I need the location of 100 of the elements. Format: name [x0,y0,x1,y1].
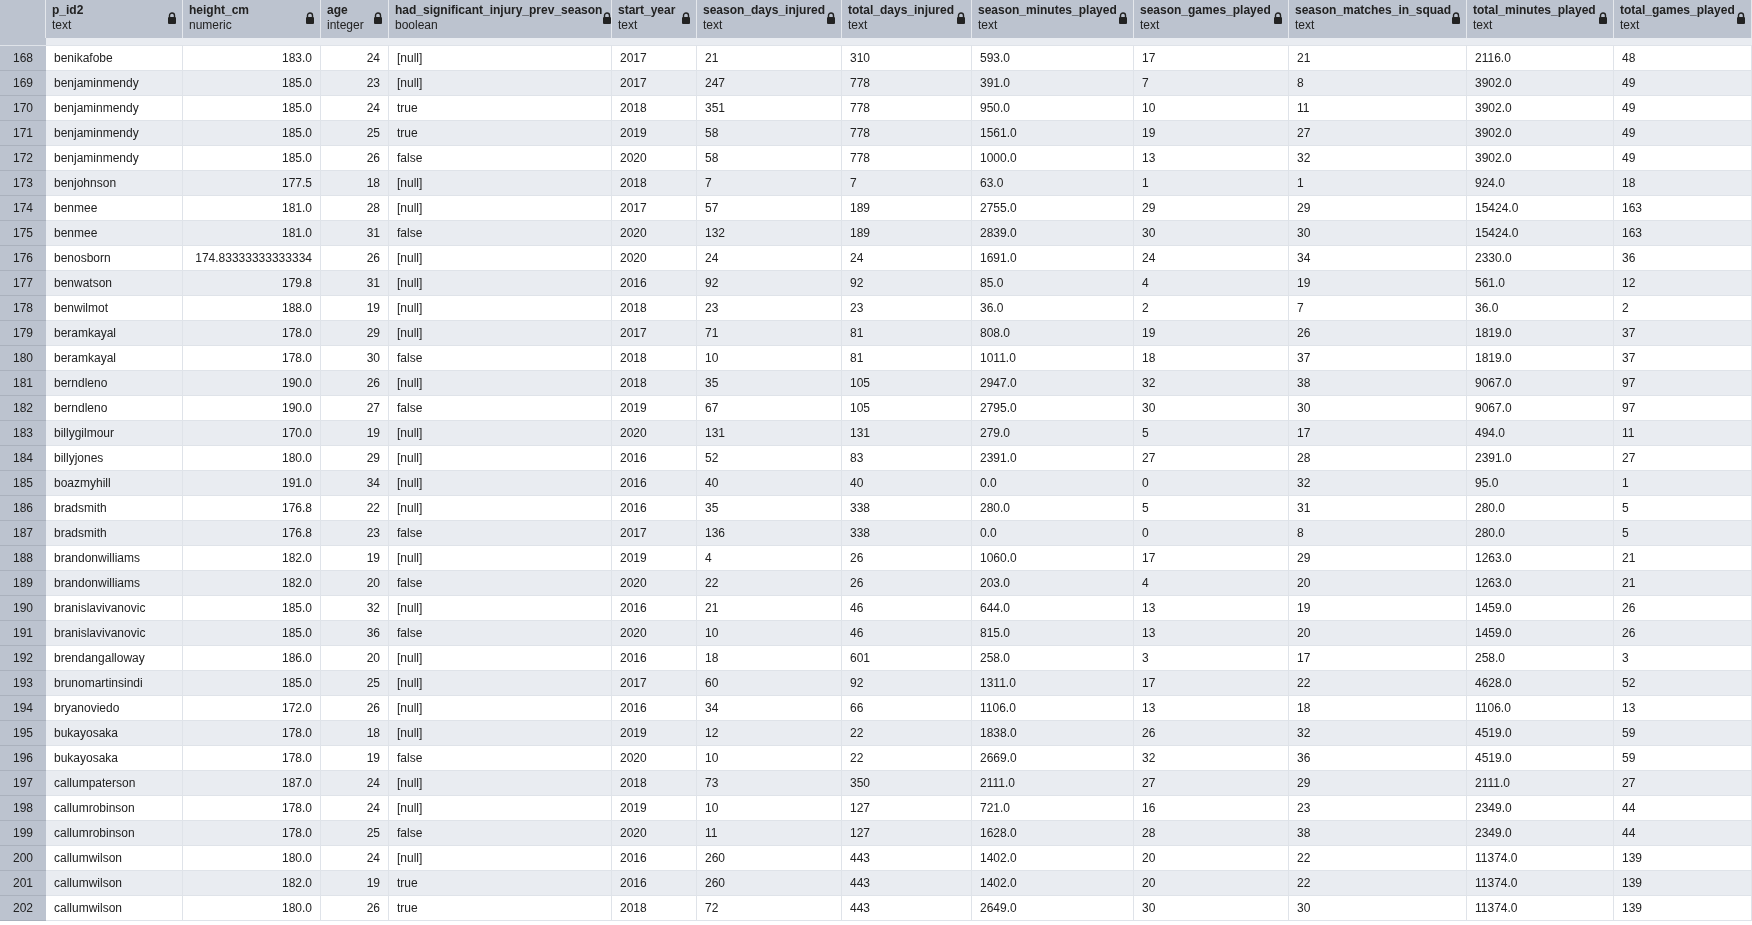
row-number[interactable]: 181 [0,371,46,396]
table-cell: 92 [697,271,842,296]
table-cell: 2016 [612,846,697,871]
row-number[interactable]: 199 [0,821,46,846]
row-number[interactable]: 196 [0,746,46,771]
table-cell: 105 [842,396,972,421]
row-number[interactable]: 176 [0,246,46,271]
table-cell: 17 [1134,546,1289,571]
row-number[interactable]: 171 [0,121,46,146]
column-header[interactable]: had_significant_injury_prev_season boolean [389,0,612,38]
column-header[interactable]: season_minutes_played text [972,0,1134,38]
table-cell: 2016 [612,646,697,671]
table-cell: 2016 [612,471,697,496]
row-number[interactable]: 202 [0,896,46,921]
row-number[interactable]: 173 [0,171,46,196]
row-number[interactable]: 169 [0,71,46,96]
table-cell: benwatson [46,271,183,296]
table-cell: 19 [1289,271,1467,296]
table-cell: 10 [697,796,842,821]
table-cell: 36 [1289,746,1467,771]
table-cell: 260 [697,846,842,871]
table-cell: 4 [1134,271,1289,296]
table-cell: 26 [1134,721,1289,746]
table-cell: 280.0 [1467,521,1614,546]
table-cell: 131 [697,421,842,446]
table-cell: 139 [1614,871,1752,896]
table-cell: 13 [1134,696,1289,721]
table-cell: 10 [697,346,842,371]
row-number[interactable]: 186 [0,496,46,521]
column-header[interactable]: p_id2 text [46,0,183,38]
lock-icon [373,12,383,24]
row-number[interactable]: 194 [0,696,46,721]
column-header[interactable]: total_games_played text [1614,0,1752,38]
table-cell: 4 [697,546,842,571]
lock-icon [1598,12,1608,24]
row-number[interactable]: 175 [0,221,46,246]
row-number[interactable]: 189 [0,571,46,596]
row-number[interactable]: 180 [0,346,46,371]
row-number[interactable]: 182 [0,396,46,421]
table-cell: bradsmith [46,521,183,546]
table-cell: 187.0 [183,771,321,796]
row-number[interactable]: 200 [0,846,46,871]
row-number[interactable]: 178 [0,296,46,321]
table-cell: 22 [697,571,842,596]
table-cell: beramkayal [46,321,183,346]
table-cell: 30 [1289,396,1467,421]
column-header[interactable]: season_days_injured text [697,0,842,38]
row-number[interactable]: 193 [0,671,46,696]
row-number[interactable]: 195 [0,721,46,746]
column-header[interactable]: season_games_played text [1134,0,1289,38]
row-number[interactable]: 190 [0,596,46,621]
row-number[interactable]: 168 [0,46,46,71]
table-cell: 2020 [612,621,697,646]
table-cell: false [389,571,612,596]
table-cell: 24 [842,246,972,271]
table-cell: 2019 [612,121,697,146]
table-cell: 178.0 [183,796,321,821]
row-number[interactable]: 188 [0,546,46,571]
table-cell: 2016 [612,871,697,896]
row-number[interactable]: 187 [0,521,46,546]
table-cell: 23 [321,521,389,546]
table-cell: 0 [1134,521,1289,546]
row-number[interactable]: 170 [0,96,46,121]
table-cell: 185.0 [183,671,321,696]
table-cell: 34 [697,696,842,721]
table-cell: beramkayal [46,346,183,371]
row-number[interactable]: 197 [0,771,46,796]
column-header[interactable]: height_cm numeric [183,0,321,38]
table-cell: 21 [1614,571,1752,596]
table-cell: 22 [1289,871,1467,896]
column-header[interactable]: total_minutes_played text [1467,0,1614,38]
row-number[interactable]: 183 [0,421,46,446]
table-cell: 85.0 [972,271,1134,296]
table-cell: benmee [46,196,183,221]
table-cell: 29 [321,321,389,346]
row-number[interactable]: 172 [0,146,46,171]
table-cell: 183.0 [183,46,321,71]
table-cell: 778 [842,96,972,121]
table-cell: 1263.0 [1467,571,1614,596]
row-number[interactable]: 198 [0,796,46,821]
table-cell: 2019 [612,721,697,746]
row-number[interactable]: 192 [0,646,46,671]
table-cell: 170.0 [183,421,321,446]
column-header[interactable]: total_days_injured text [842,0,972,38]
row-number[interactable]: 185 [0,471,46,496]
row-number[interactable]: 201 [0,871,46,896]
table-cell: 24 [321,96,389,121]
column-header[interactable]: age integer [321,0,389,38]
row-number[interactable]: 184 [0,446,46,471]
table-cell: 24 [321,846,389,871]
column-header[interactable]: season_matches_in_squad text [1289,0,1467,38]
row-number[interactable]: 191 [0,621,46,646]
lock-icon [956,12,966,24]
row-number[interactable]: 177 [0,271,46,296]
table-cell: 29 [1289,771,1467,796]
column-header[interactable]: start_year text [612,0,697,38]
row-number[interactable]: 179 [0,321,46,346]
table-cell: 13 [1134,621,1289,646]
table-cell: 97 [1614,371,1752,396]
row-number[interactable]: 174 [0,196,46,221]
